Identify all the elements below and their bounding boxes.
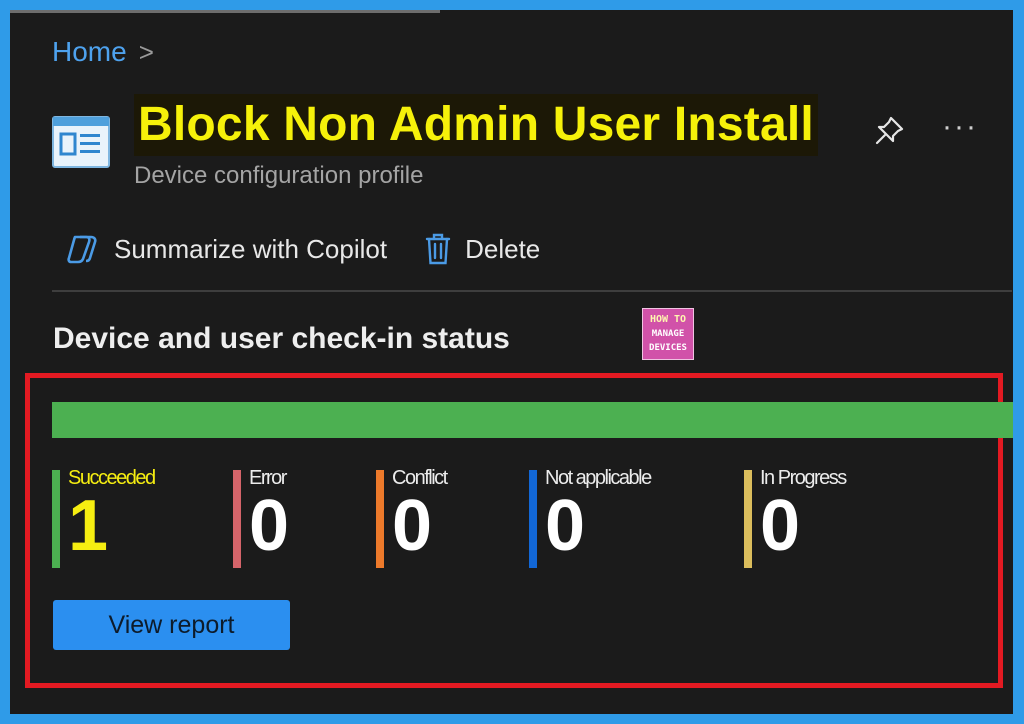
top-divider — [10, 10, 440, 13]
metric-count: 0 — [760, 486, 801, 566]
breadcrumb-home-link[interactable]: Home — [52, 36, 127, 68]
error-color-bar — [233, 470, 241, 568]
delete-label: Delete — [465, 233, 541, 264]
check-in-status-bar — [52, 402, 1013, 438]
profile-overview-panel: Home > Block Non Admin User Install Devi… — [10, 10, 1013, 714]
device-configuration-icon — [52, 116, 110, 168]
metric-conflict[interactable]: Conflict 0 — [376, 466, 448, 576]
how-to-manage-devices-logo: HOW TO MANAGE DEVICES — [642, 308, 694, 360]
delete-button[interactable]: Delete — [425, 232, 540, 266]
more-options-button[interactable]: ··· — [942, 110, 978, 144]
section-title: Device and user check-in status — [53, 322, 510, 355]
toolbar-divider — [52, 290, 1012, 292]
not-applicable-color-bar — [529, 470, 537, 568]
metric-succeeded[interactable]: Succeeded 1 — [52, 466, 156, 576]
logo-line-3: DEVICES — [649, 343, 687, 353]
copilot-icon — [67, 235, 97, 264]
logo-line-1: HOW TO — [649, 314, 687, 325]
metric-in-progress[interactable]: In Progress 0 — [744, 466, 847, 576]
metric-count: 0 — [545, 486, 586, 566]
metric-count: 0 — [249, 486, 290, 566]
view-report-button[interactable]: View report — [53, 600, 290, 650]
in-progress-color-bar — [744, 470, 752, 568]
summarize-with-copilot-button[interactable]: Summarize with Copilot — [66, 234, 387, 265]
summarize-with-copilot-label: Summarize with Copilot — [114, 233, 388, 264]
breadcrumb-chevron-icon: > — [138, 36, 154, 67]
pin-icon[interactable] — [872, 112, 908, 148]
succeeded-color-bar — [52, 470, 60, 568]
metric-error[interactable]: Error 0 — [233, 466, 289, 576]
succeeded-fill — [52, 402, 1013, 438]
command-bar: Summarize with Copilot Delete — [66, 232, 578, 266]
page-subtitle: Device configuration profile — [134, 162, 424, 189]
status-metrics: Succeeded 1 Error 0 Conflict 0 Not appli… — [52, 466, 992, 576]
page-title: Block Non Admin User Install — [134, 94, 818, 156]
breadcrumb: Home > — [52, 36, 154, 68]
logo-line-2: MANAGE — [651, 329, 685, 339]
metric-count: 0 — [392, 486, 433, 566]
metric-count: 1 — [68, 486, 109, 566]
trash-icon — [425, 233, 451, 265]
conflict-color-bar — [376, 470, 384, 568]
metric-not-applicable[interactable]: Not applicable 0 — [529, 466, 652, 576]
